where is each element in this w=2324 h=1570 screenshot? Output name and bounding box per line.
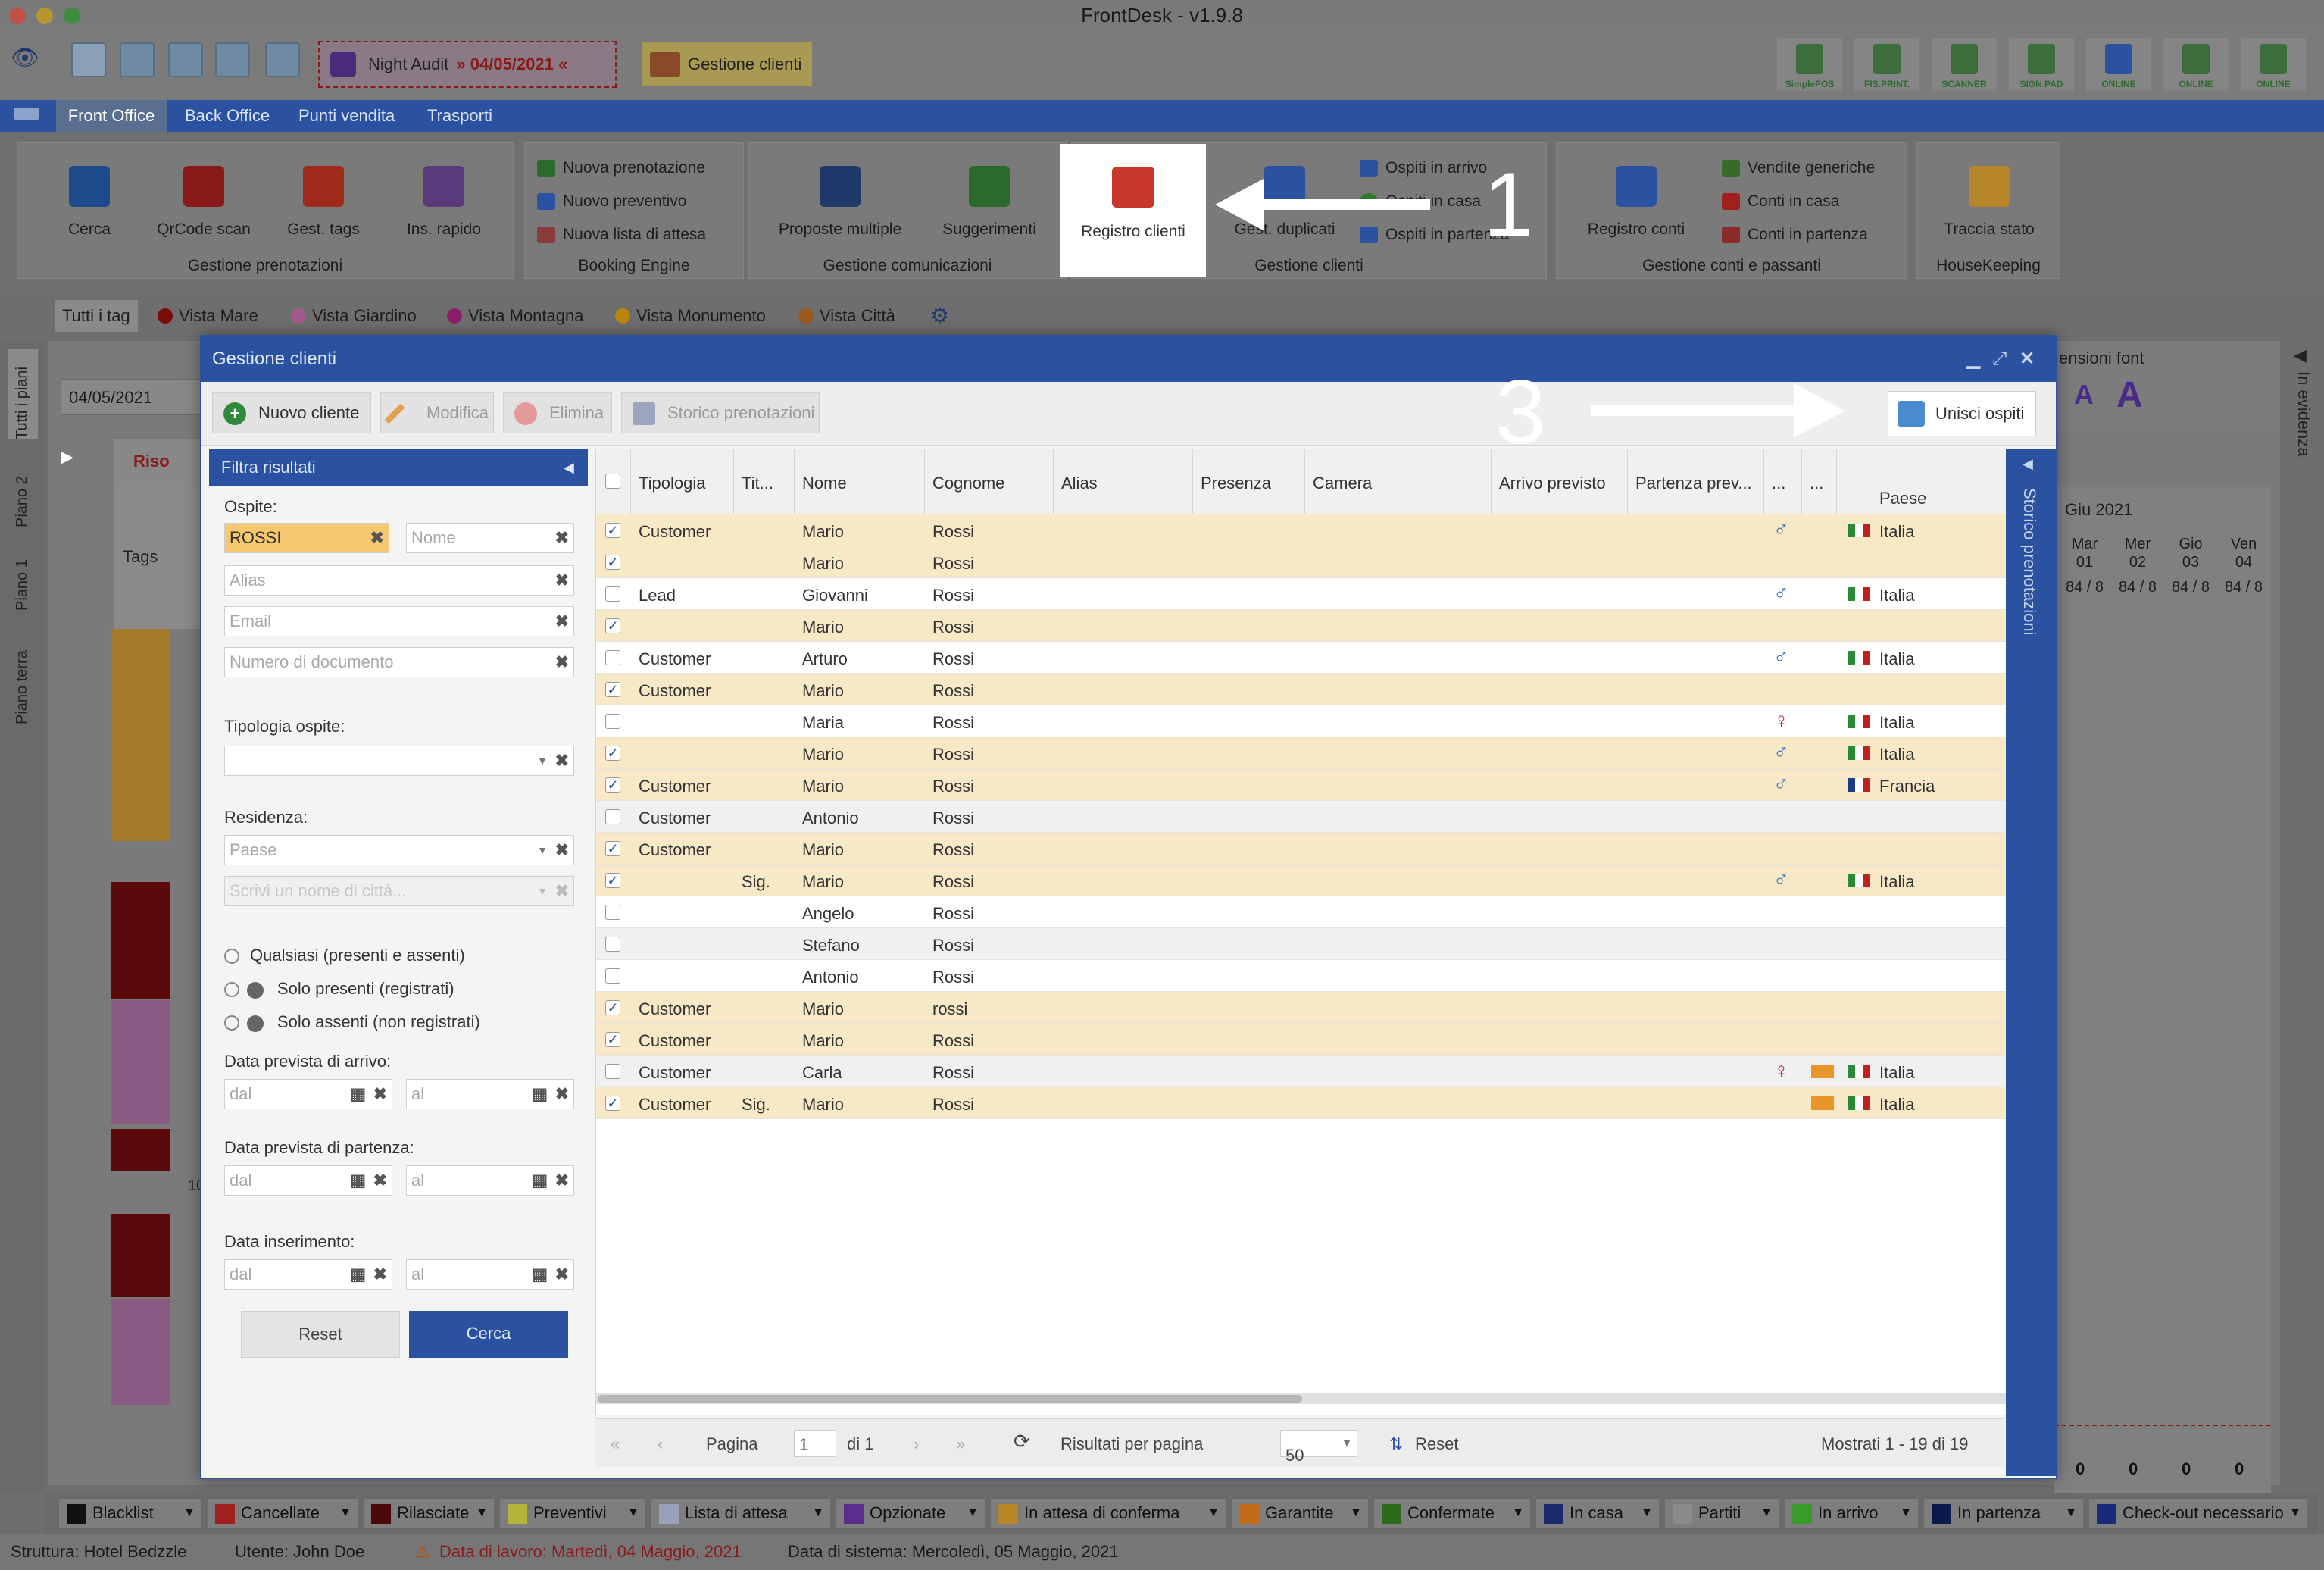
legend-item[interactable]: Garantite ▼ — [1232, 1499, 1368, 1528]
legend-item[interactable]: In casa ▼ — [1536, 1499, 1659, 1528]
annotation-overlay — [670, 179, 1845, 1324]
chevron-down-icon[interactable]: ▼ — [1512, 1499, 1524, 1528]
legend-label: Rilasciate — [397, 1503, 470, 1522]
legend-swatch — [998, 1504, 1018, 1524]
legend-label: Garantite — [1265, 1503, 1334, 1522]
legend-item[interactable]: Partiti ▼ — [1665, 1499, 1779, 1528]
annotation-number-3: 3 — [1495, 361, 1546, 463]
chevron-down-icon[interactable]: ▼ — [339, 1499, 351, 1528]
chevron-down-icon[interactable]: ▼ — [1350, 1499, 1362, 1528]
chevron-down-icon[interactable]: ▼ — [1760, 1499, 1773, 1528]
annotation-number-2: 2 — [859, 1312, 910, 1413]
legend-label: Cancellate — [241, 1503, 320, 1522]
legend-item[interactable]: Opzionate ▼ — [836, 1499, 985, 1528]
legend-swatch — [1382, 1504, 1401, 1524]
chevron-down-icon[interactable]: ▼ — [812, 1499, 824, 1528]
chevron-down-icon[interactable]: ▼ — [2065, 1499, 2077, 1528]
status-struttura: Struttura: Hotel Bedzzle — [11, 1542, 187, 1561]
warning-icon: ⚠ — [415, 1542, 430, 1561]
legend-swatch — [508, 1504, 527, 1524]
legend-item[interactable]: Blacklist ▼ — [59, 1499, 201, 1528]
legend-label: Partiti — [1698, 1503, 1741, 1522]
legend-item[interactable]: In arrivo ▼ — [1785, 1499, 1918, 1528]
chevron-down-icon[interactable]: ▼ — [1900, 1499, 1912, 1528]
legend-item[interactable]: In attesa di conferma ▼ — [991, 1499, 1226, 1528]
legend-label: Preventivi — [533, 1503, 607, 1522]
legend-swatch — [844, 1504, 864, 1524]
legend-label: In attesa di conferma — [1024, 1503, 1180, 1522]
legend-label: In partenza — [1957, 1503, 2041, 1522]
chevron-down-icon[interactable]: ▼ — [967, 1499, 979, 1528]
legend-swatch — [1544, 1504, 1563, 1524]
legend-item[interactable]: In partenza ▼ — [1924, 1499, 2083, 1528]
chevron-down-icon[interactable]: ▼ — [1207, 1499, 1220, 1528]
legend-swatch — [371, 1504, 391, 1524]
legend-swatch — [215, 1504, 235, 1524]
legend-label: In casa — [1570, 1503, 1623, 1522]
status-data-lavoro: Data di lavoro: Martedì, 04 Maggio, 2021 — [439, 1542, 742, 1561]
legend-label: In arrivo — [1818, 1503, 1879, 1522]
legend-item[interactable]: Confermate ▼ — [1374, 1499, 1530, 1528]
legend-swatch — [2097, 1504, 2116, 1524]
legend-label: Blacklist — [92, 1503, 154, 1522]
chevron-down-icon[interactable]: ▼ — [2289, 1499, 2301, 1528]
chevron-down-icon[interactable]: ▼ — [1641, 1499, 1653, 1528]
legend-item[interactable]: Preventivi ▼ — [500, 1499, 645, 1528]
legend-swatch — [1792, 1504, 1812, 1524]
legend-swatch — [1239, 1504, 1259, 1524]
legend-label: Lista di attesa — [685, 1503, 788, 1522]
legend-item[interactable]: Rilasciate ▼ — [364, 1499, 494, 1528]
status-utente: Utente: John Doe — [235, 1542, 365, 1561]
arrow-2 — [670, 1129, 847, 1324]
legend-swatch — [659, 1504, 679, 1524]
legend-swatch — [1673, 1504, 1692, 1524]
status-data-sistema: Data di sistema: Mercoledì, 05 Maggio, 2… — [788, 1542, 1119, 1561]
legend-item[interactable]: Lista di attesa ▼ — [651, 1499, 830, 1528]
arrow-1 — [1215, 179, 1430, 230]
arrow-3 — [1591, 383, 1845, 438]
legend-item[interactable]: Check-out necessario ▼ — [2089, 1499, 2307, 1528]
chevron-down-icon[interactable]: ▼ — [183, 1499, 195, 1528]
status-bar: Struttura: Hotel Bedzzle Utente: John Do… — [0, 1534, 2324, 1570]
legend-label: Confermate — [1407, 1503, 1495, 1522]
legend-swatch — [1932, 1504, 1951, 1524]
chevron-down-icon[interactable]: ▼ — [627, 1499, 639, 1528]
annotation-number-1: 1 — [1483, 154, 1534, 255]
legend-item[interactable]: Cancellate ▼ — [208, 1499, 358, 1528]
legend-swatch — [67, 1504, 86, 1524]
legend-label: Check-out necessario — [2123, 1503, 2284, 1522]
chevron-down-icon[interactable]: ▼ — [476, 1499, 488, 1528]
legend-label: Opzionate — [870, 1503, 946, 1522]
